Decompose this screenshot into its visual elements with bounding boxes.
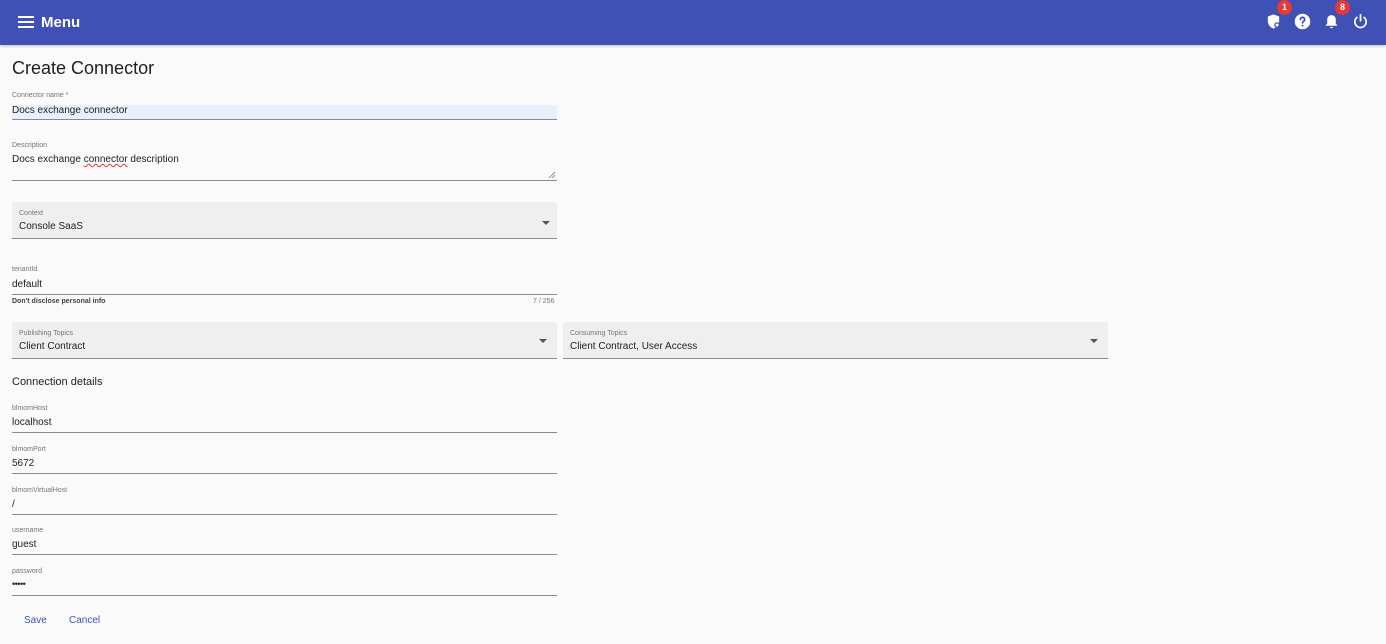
- connection-details-heading: Connection details: [12, 376, 103, 388]
- virtual-host-input[interactable]: /: [12, 499, 15, 510]
- password-label: password: [12, 568, 42, 575]
- dropdown-arrow-icon: [542, 221, 550, 225]
- notifications-badge: 8: [1335, 0, 1350, 15]
- notifications-button[interactable]: 8: [1323, 0, 1350, 30]
- cancel-button[interactable]: Cancel: [69, 615, 100, 626]
- dropdown-arrow-icon: [539, 339, 547, 343]
- notifications-icon: [1325, 15, 1338, 29]
- host-field[interactable]: blmomHost localhost: [12, 403, 557, 433]
- policy-icon: [1267, 14, 1280, 29]
- menu-button[interactable]: Menu: [18, 11, 80, 33]
- resize-handle-icon[interactable]: [548, 171, 555, 178]
- connector-name-label: Connector name *: [12, 92, 69, 99]
- host-input[interactable]: localhost: [12, 417, 51, 428]
- consuming-topics-value: Client Contract, User Access: [570, 341, 698, 352]
- connector-name-underline: [12, 119, 557, 120]
- connector-name-input[interactable]: Docs exchange connector: [12, 105, 128, 116]
- password-underline: [12, 595, 557, 596]
- page-title: Create Connector: [12, 58, 155, 78]
- virtual-host-field[interactable]: blmomVirtualHost /: [12, 485, 557, 515]
- consuming-topics-label: Consuming Topics: [570, 330, 628, 337]
- tenant-id-hint: Don't disclose personal info: [12, 298, 106, 305]
- publishing-topics-select[interactable]: Publishing Topics Client Contract: [12, 322, 557, 359]
- host-underline: [12, 432, 557, 433]
- publishing-topics-value: Client Contract: [19, 341, 86, 352]
- context-underline: [12, 238, 557, 239]
- power-icon: [1354, 13, 1367, 29]
- description-underline: [12, 180, 557, 181]
- username-field[interactable]: username guest: [12, 525, 557, 555]
- hamburger-icon: [18, 16, 34, 28]
- host-label: blmomHost: [12, 405, 48, 412]
- port-input[interactable]: 5672: [12, 458, 34, 469]
- consuming-topics-underline: [563, 358, 1108, 359]
- port-label: blmomPort: [12, 446, 46, 453]
- logout-button[interactable]: [1352, 13, 1369, 30]
- username-input[interactable]: guest: [12, 539, 36, 550]
- policy-button[interactable]: 1: [1265, 0, 1292, 30]
- tenant-id-label: tenantId: [12, 266, 38, 273]
- virtual-host-label: blmomVirtualHost: [12, 487, 68, 494]
- password-field[interactable]: password •••••: [12, 566, 557, 596]
- dropdown-arrow-icon: [1090, 339, 1098, 343]
- policy-badge: 1: [1277, 0, 1292, 15]
- port-underline: [12, 473, 557, 474]
- tenant-id-underline: [12, 294, 557, 295]
- help-icon: [1294, 13, 1311, 30]
- publishing-topics-underline: [12, 358, 557, 359]
- virtual-host-underline: [12, 514, 557, 515]
- context-select[interactable]: Context Console SaaS: [12, 202, 557, 239]
- password-input[interactable]: •••••: [12, 579, 26, 589]
- connector-name-field[interactable]: Connector name * Docs exchange connector: [12, 90, 557, 120]
- description-text-end: description: [127, 154, 179, 165]
- tenant-id-counter: 7 / 256: [533, 298, 555, 305]
- menu-label: Menu: [41, 13, 81, 31]
- spellcheck-word: connector: [83, 154, 128, 165]
- description-text-start: Docs exchange: [12, 154, 84, 165]
- tenant-id-input[interactable]: default: [12, 279, 42, 290]
- help-button[interactable]: [1294, 13, 1311, 30]
- description-field[interactable]: Description Docs exchange connector desc…: [12, 140, 557, 181]
- top-app-bar: Menu 1 8: [0, 0, 1386, 45]
- username-label: username: [12, 527, 44, 534]
- context-value: Console SaaS: [19, 221, 83, 232]
- save-button[interactable]: Save: [24, 615, 47, 626]
- description-textarea[interactable]: Docs exchange connector description: [12, 154, 179, 165]
- description-label: Description: [12, 142, 48, 149]
- port-field[interactable]: blmomPort 5672: [12, 444, 557, 474]
- username-underline: [12, 554, 557, 555]
- tenant-id-field[interactable]: tenantId default: [12, 265, 557, 295]
- consuming-topics-select[interactable]: Consuming Topics Client Contract, User A…: [563, 322, 1108, 359]
- publishing-topics-label: Publishing Topics: [19, 330, 73, 337]
- context-label: Context: [19, 210, 44, 217]
